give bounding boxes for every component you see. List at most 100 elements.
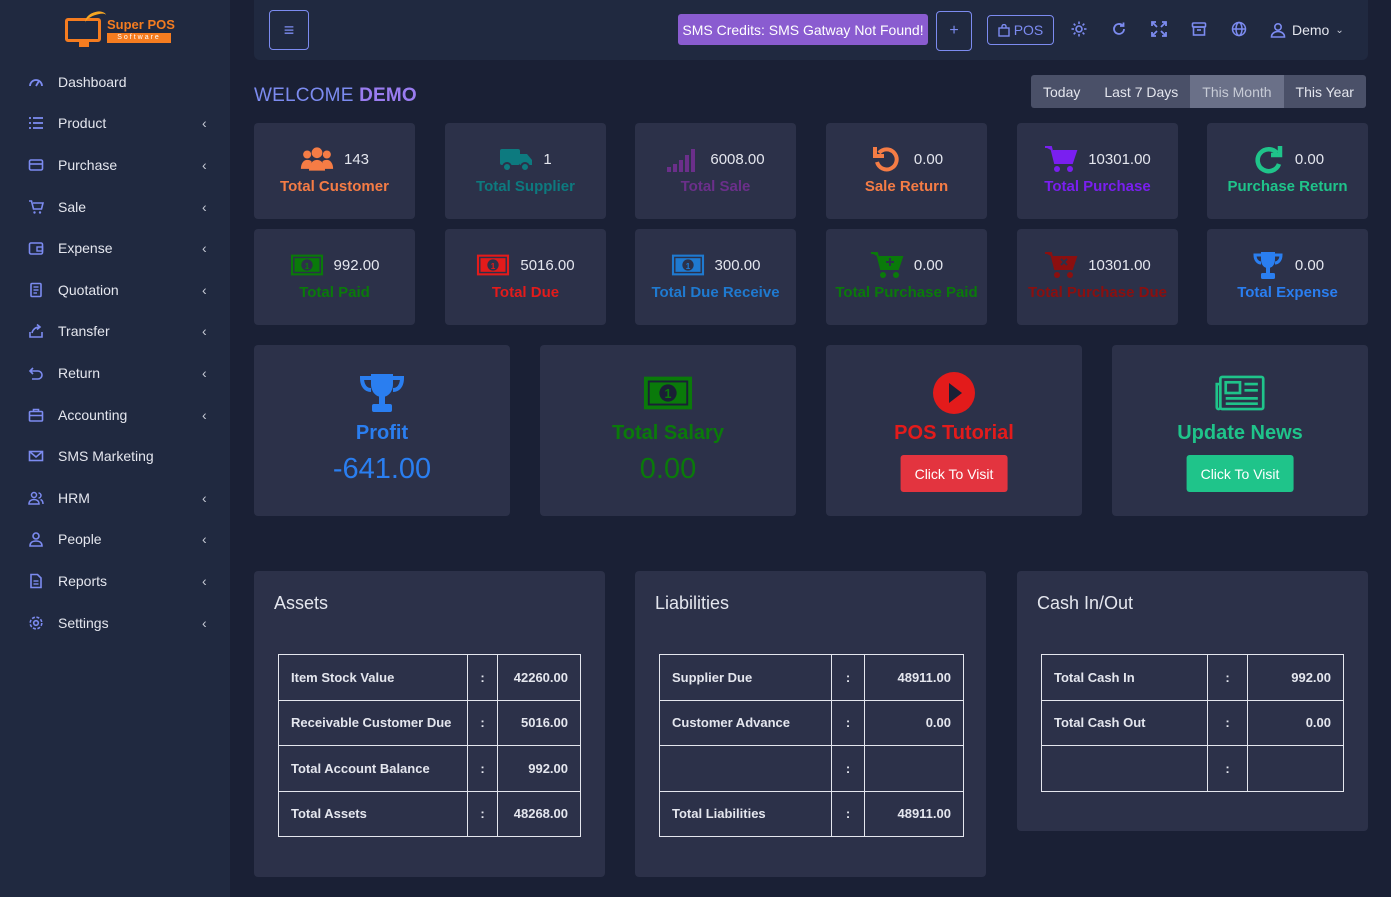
bag-icon [998, 23, 1010, 37]
svg-text:1: 1 [491, 261, 496, 271]
sidebar-item-accounting[interactable]: Accounting ‹ [0, 394, 230, 436]
total-purchase-due-value: 10301.00 [1088, 256, 1151, 274]
row-separator: : [831, 745, 865, 792]
chevron-left-icon: ‹ [202, 323, 207, 340]
sidebar-item-transfer[interactable]: Transfer ‹ [0, 311, 230, 353]
row-value: 0.00 [1247, 699, 1344, 746]
play-icon [929, 372, 979, 414]
store-icon[interactable] [1190, 20, 1208, 38]
liabilities-title: Liabilities [655, 593, 730, 613]
total-paid-title: Total Paid [299, 284, 370, 301]
news-card: Update News Click To Visit [1112, 345, 1368, 516]
table-row: : [659, 745, 964, 792]
newspaper-icon [1215, 373, 1265, 413]
sidebar-item-product[interactable]: Product ‹ [0, 103, 230, 145]
users-group-icon [300, 145, 334, 173]
profit-value: -641.00 [332, 453, 432, 485]
sms-credits-badge[interactable]: SMS Credits: SMS Gatway Not Found! [678, 14, 928, 45]
sidebar-item-hrm[interactable]: HRM ‹ [0, 477, 230, 519]
tutorial-title: POS Tutorial [894, 422, 1014, 444]
user-menu[interactable]: Demo ⌄ [1270, 20, 1344, 40]
total-purchase-card: 10301.00 Total Purchase [1017, 123, 1178, 219]
logo[interactable]: Super POS Software [65, 8, 175, 48]
row-value: 992.00 [497, 745, 581, 792]
sidebar-item-sale[interactable]: Sale ‹ [0, 186, 230, 228]
chevron-left-icon: ‹ [202, 240, 207, 257]
sale-return-title: Sale Return [864, 178, 949, 195]
sidebar-item-people[interactable]: People ‹ [0, 519, 230, 561]
sidebar-item-label: SMS Marketing [58, 448, 154, 465]
swoosh-icon [83, 8, 109, 30]
sidebar-item-reports[interactable]: Reports ‹ [0, 560, 230, 602]
row-value [864, 745, 964, 792]
truck-icon [499, 145, 533, 173]
table-row: Item Stock Value:42260.00 [278, 654, 581, 701]
tutorial-visit-button[interactable]: Click To Visit [900, 455, 1008, 492]
cart-plus-icon [870, 251, 904, 279]
money-icon: 1 [476, 251, 510, 279]
trophy-icon [1251, 251, 1285, 279]
total-due-receive-card: 1 300.00 Total Due Receive [635, 229, 796, 325]
total-supplier-card: 1 Total Supplier [445, 123, 606, 219]
total-expense-card: 0.00 Total Expense [1207, 229, 1368, 325]
period-year-button[interactable]: This Year [1283, 75, 1366, 108]
row-label: Total Liabilities [659, 790, 832, 837]
add-button[interactable]: + [936, 11, 972, 51]
sidebar-item-label: Dashboard [58, 73, 127, 90]
sidebar-item-return[interactable]: Return ‹ [0, 352, 230, 394]
table-row: Total Account Balance:992.00 [278, 745, 581, 792]
row-value [1247, 745, 1344, 792]
refresh-icon[interactable] [1110, 20, 1128, 38]
cash-title: Cash In/Out [1037, 593, 1134, 613]
user-name: Demo [1292, 22, 1330, 38]
period-filter: Today Last 7 Days This Month This Year [1031, 75, 1366, 108]
chevron-left-icon: ‹ [202, 572, 207, 589]
total-paid-value: 992.00 [333, 256, 380, 274]
sidebar-item-label: Expense [58, 240, 113, 257]
total-customer-title: Total Customer [280, 178, 389, 195]
pos-button[interactable]: POS [987, 15, 1054, 45]
svg-text:1: 1 [665, 387, 672, 401]
news-visit-button[interactable]: Click To Visit [1186, 455, 1294, 492]
row-value: 48911.00 [864, 790, 964, 837]
briefcase-icon [28, 407, 44, 423]
period-today-button[interactable]: Today [1031, 75, 1093, 108]
money-icon: 1 [671, 251, 705, 279]
news-title: Update News [1177, 422, 1303, 444]
pos-label: POS [1013, 22, 1044, 38]
fullscreen-icon[interactable] [1150, 20, 1168, 38]
signal-bars-icon [666, 145, 700, 173]
sidebar-item-sms-marketing[interactable]: SMS Marketing [0, 435, 230, 477]
credit-card-icon [28, 157, 44, 173]
row-separator: : [831, 790, 865, 837]
sidebar-item-quotation[interactable]: Quotation ‹ [0, 269, 230, 311]
sidebar-item-dashboard[interactable]: Dashboard [0, 61, 230, 103]
globe-icon[interactable] [1230, 20, 1248, 38]
period-last7-button[interactable]: Last 7 Days [1092, 75, 1191, 108]
total-expense-value: 0.00 [1294, 256, 1325, 274]
row-separator: : [831, 699, 865, 746]
chevron-left-icon: ‹ [202, 489, 207, 506]
sun-icon[interactable] [1070, 20, 1088, 38]
row-separator: : [467, 790, 498, 837]
sidebar-item-expense[interactable]: Expense ‹ [0, 227, 230, 269]
tutorial-card: POS Tutorial Click To Visit [826, 345, 1082, 516]
row-separator: : [831, 654, 865, 701]
purchase-return-title: Purchase Return [1227, 178, 1348, 195]
row-label: Total Account Balance [278, 745, 468, 792]
table-row: Supplier Due:48911.00 [659, 654, 964, 701]
sidebar-item-purchase[interactable]: Purchase ‹ [0, 144, 230, 186]
row-label [659, 745, 832, 792]
menu-toggle-button[interactable]: ≡ [269, 10, 309, 50]
total-sale-title: Total Sale [680, 178, 751, 195]
redo-icon [1251, 145, 1285, 174]
table-row: Total Assets:48268.00 [278, 790, 581, 837]
sidebar-item-settings[interactable]: Settings ‹ [0, 602, 230, 644]
total-purchase-paid-card: 0.00 Total Purchase Paid [826, 229, 987, 325]
hamburger-icon: ≡ [283, 19, 295, 40]
period-month-button[interactable]: This Month [1190, 75, 1284, 108]
sidebar-item-label: HRM [58, 489, 90, 506]
row-label: Total Assets [278, 790, 468, 837]
document-icon [28, 282, 44, 298]
row-separator: : [1207, 654, 1248, 701]
